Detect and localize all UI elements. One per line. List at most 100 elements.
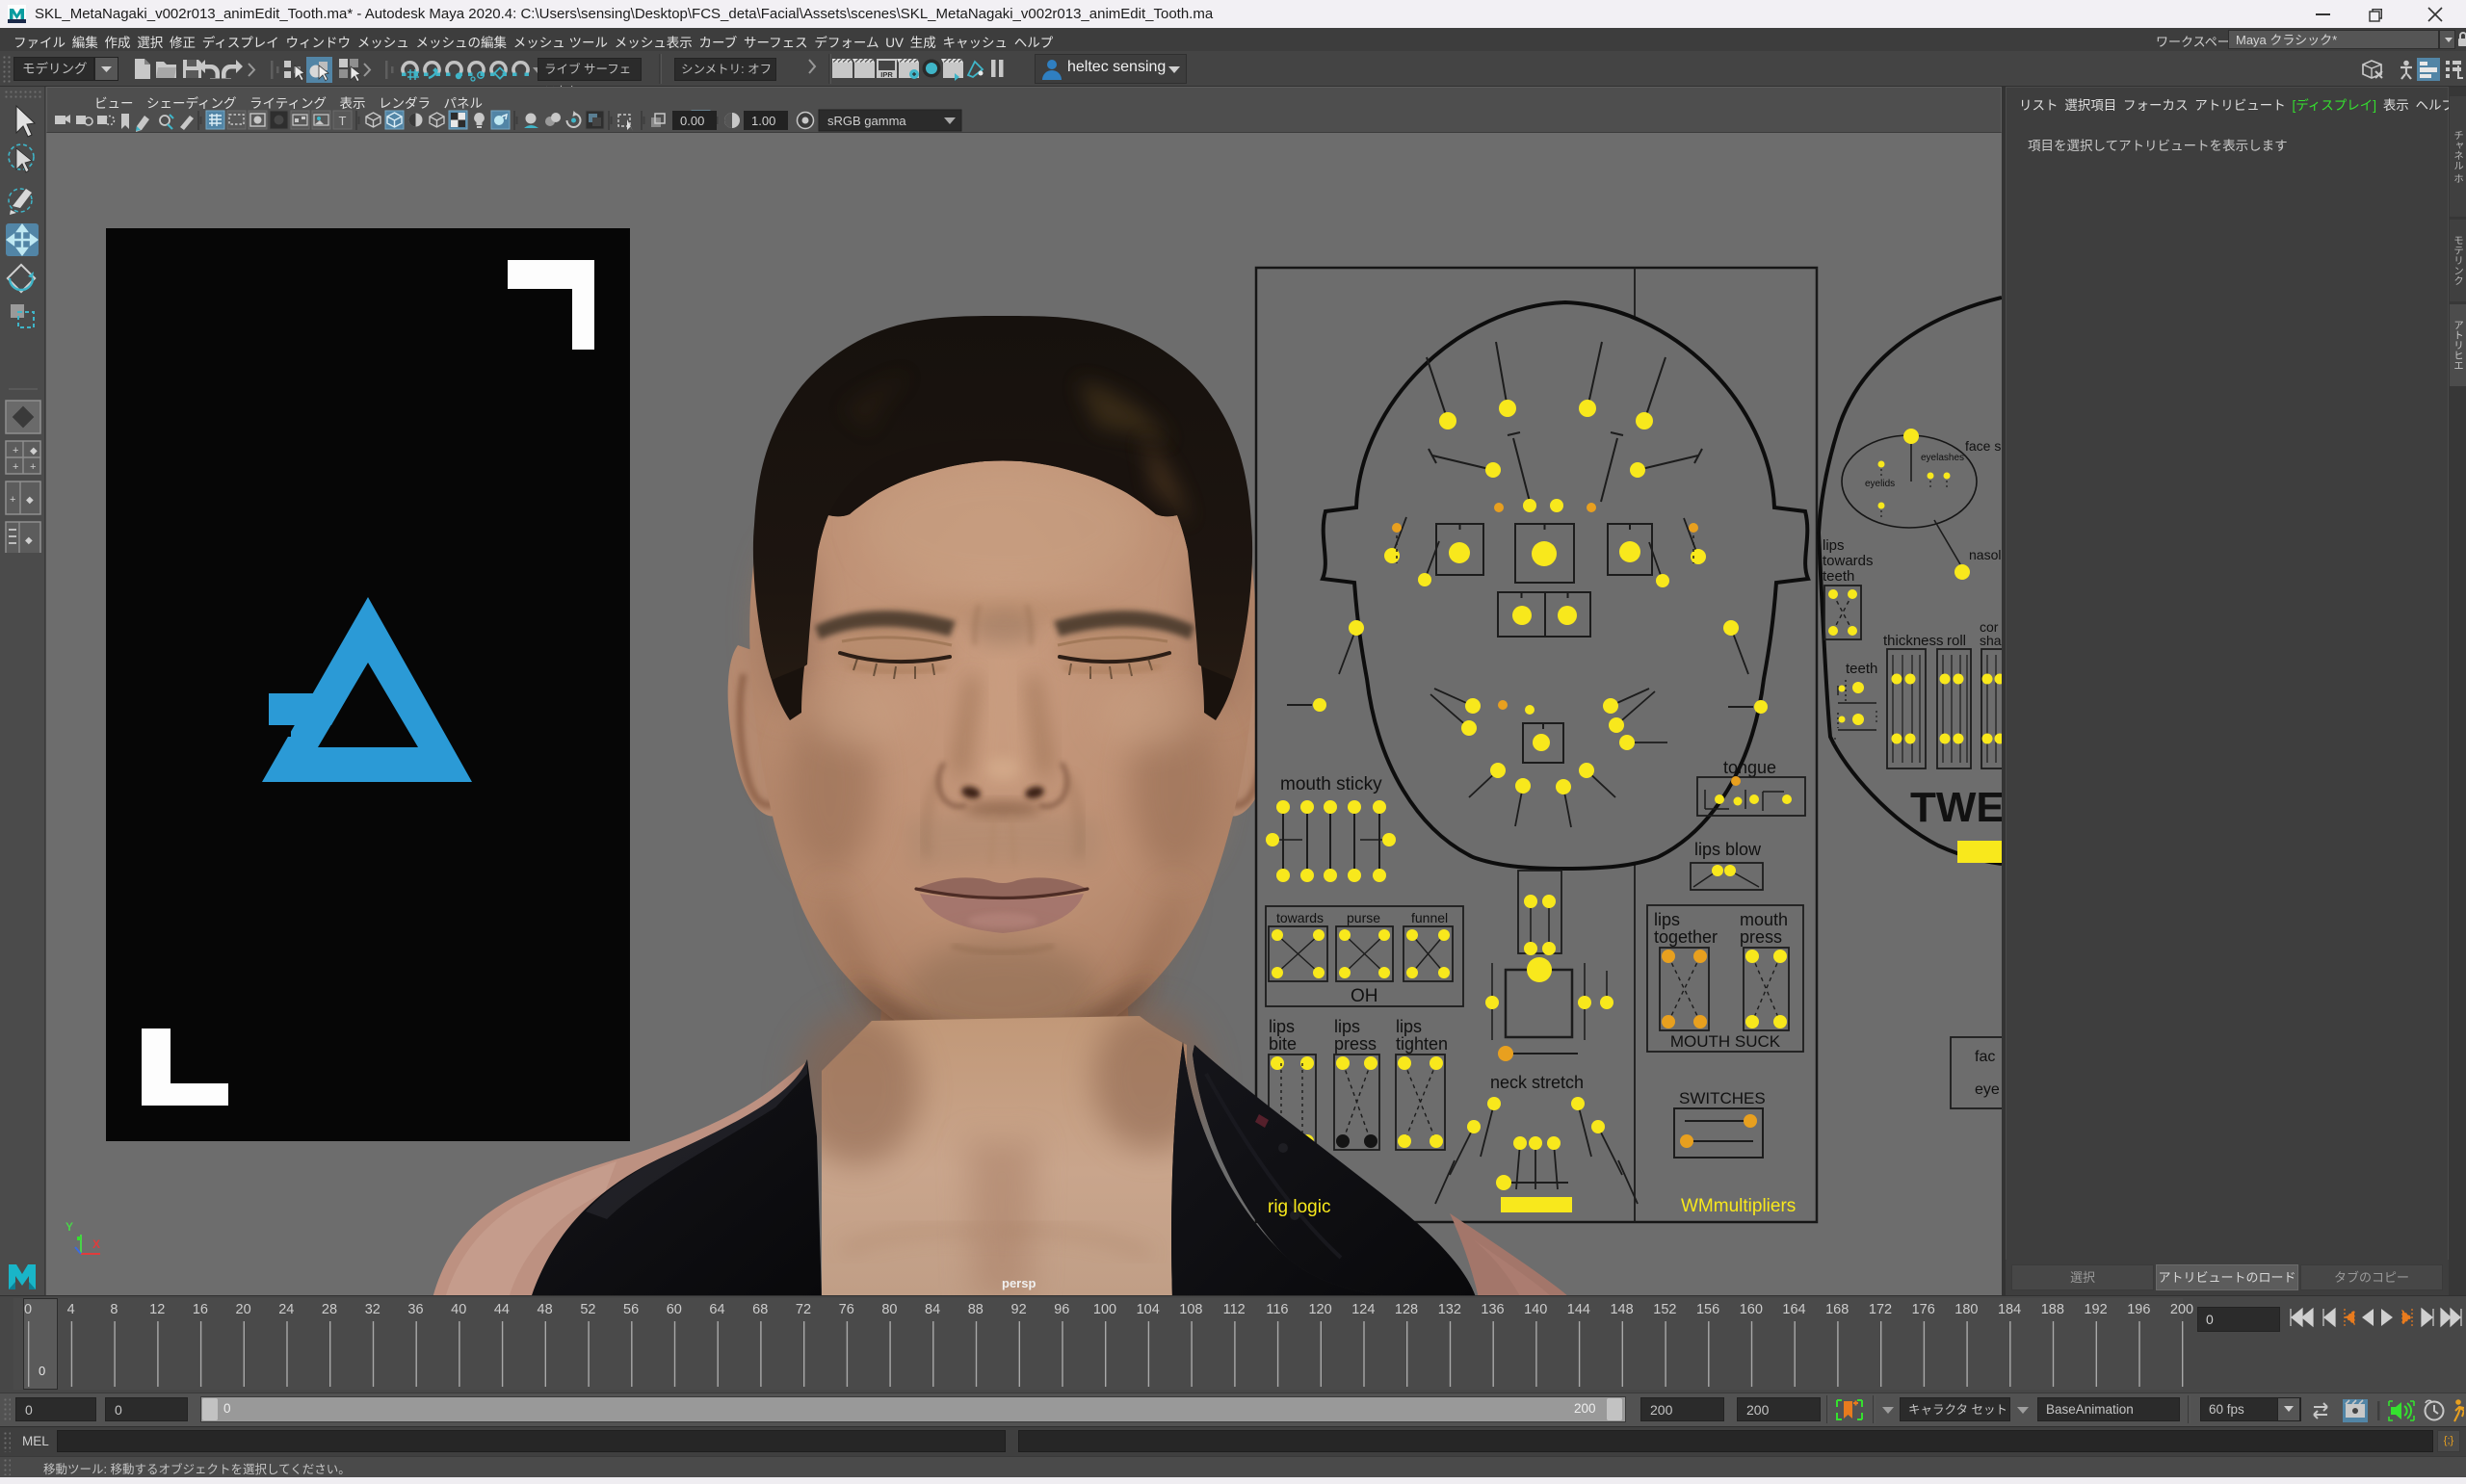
svg-text:100: 100 bbox=[1093, 1302, 1116, 1317]
svg-text:120: 120 bbox=[1308, 1302, 1331, 1317]
svg-text:neck stretch: neck stretch bbox=[1490, 1073, 1584, 1092]
svg-text:80: 80 bbox=[881, 1302, 897, 1317]
svg-text:84: 84 bbox=[925, 1302, 940, 1317]
svg-text:lips: lips bbox=[1269, 1017, 1295, 1036]
svg-text:136: 136 bbox=[1481, 1302, 1504, 1317]
svg-text:12: 12 bbox=[149, 1302, 165, 1317]
svg-text:fac: fac bbox=[1975, 1049, 1995, 1065]
svg-text:MOUTH SUCK: MOUTH SUCK bbox=[1670, 1032, 1781, 1051]
svg-text:nasol: nasol bbox=[1969, 547, 2001, 562]
svg-text:◆: ◆ bbox=[25, 535, 33, 546]
svg-text:4: 4 bbox=[67, 1302, 75, 1317]
svg-text:teeth: teeth bbox=[1846, 661, 1877, 677]
svg-text:Y: Y bbox=[66, 1220, 73, 1234]
svg-text:180: 180 bbox=[1954, 1302, 1978, 1317]
svg-text:24: 24 bbox=[278, 1302, 294, 1317]
svg-text:52: 52 bbox=[580, 1302, 595, 1317]
svg-text:16: 16 bbox=[193, 1302, 208, 1317]
svg-text:IPR: IPR bbox=[880, 70, 893, 79]
svg-text:20: 20 bbox=[236, 1302, 251, 1317]
svg-text:48: 48 bbox=[538, 1302, 553, 1317]
svg-text:164: 164 bbox=[1782, 1302, 1805, 1317]
svg-text:144: 144 bbox=[1567, 1302, 1590, 1317]
svg-text:92: 92 bbox=[1011, 1302, 1027, 1317]
svg-text:purse: purse bbox=[1347, 910, 1380, 925]
svg-text:140: 140 bbox=[1524, 1302, 1547, 1317]
svg-text:40: 40 bbox=[451, 1302, 466, 1317]
svg-text:64: 64 bbox=[709, 1302, 724, 1317]
svg-text:eyelashes: eyelashes bbox=[1921, 453, 1964, 463]
svg-text:X: X bbox=[92, 1237, 100, 1251]
svg-text:200: 200 bbox=[2170, 1302, 2193, 1317]
svg-text:196: 196 bbox=[2127, 1302, 2150, 1317]
svg-text:60: 60 bbox=[667, 1302, 682, 1317]
svg-text:lips: lips bbox=[1334, 1017, 1360, 1036]
svg-text:192: 192 bbox=[2084, 1302, 2107, 1317]
svg-text:76: 76 bbox=[839, 1302, 854, 1317]
svg-text:bite: bite bbox=[1269, 1034, 1297, 1054]
svg-text:156: 156 bbox=[1696, 1302, 1719, 1317]
svg-text:132: 132 bbox=[1438, 1302, 1461, 1317]
svg-text:SWITCHES: SWITCHES bbox=[1679, 1089, 1766, 1107]
svg-text:72: 72 bbox=[796, 1302, 811, 1317]
svg-text:lips: lips bbox=[1654, 910, 1680, 929]
svg-text:176: 176 bbox=[1912, 1302, 1935, 1317]
svg-text:+: + bbox=[13, 445, 18, 456]
svg-text:152: 152 bbox=[1653, 1302, 1676, 1317]
svg-text:lips: lips bbox=[1396, 1017, 1422, 1036]
svg-text:funnel: funnel bbox=[1411, 910, 1448, 925]
svg-text:press: press bbox=[1334, 1034, 1377, 1054]
svg-text:eyelids: eyelids bbox=[1865, 479, 1895, 489]
svg-text:◆: ◆ bbox=[30, 446, 38, 456]
svg-text:160: 160 bbox=[1740, 1302, 1763, 1317]
svg-text:thickness: thickness bbox=[1883, 633, 1944, 649]
svg-text:188: 188 bbox=[2041, 1302, 2064, 1317]
svg-text:36: 36 bbox=[407, 1302, 423, 1317]
svg-text:+: + bbox=[13, 461, 18, 473]
svg-text:32: 32 bbox=[365, 1302, 380, 1317]
svg-text:8: 8 bbox=[110, 1302, 118, 1317]
svg-text:28: 28 bbox=[322, 1302, 337, 1317]
svg-text:lips: lips bbox=[1823, 537, 1845, 554]
svg-text:104: 104 bbox=[1137, 1302, 1160, 1317]
svg-text:0: 0 bbox=[39, 1364, 45, 1378]
svg-text:1.00: 1.00 bbox=[751, 114, 775, 128]
svg-text:168: 168 bbox=[1825, 1302, 1849, 1317]
svg-text:+: + bbox=[30, 461, 36, 473]
svg-text:T: T bbox=[339, 114, 347, 128]
svg-text:roll: roll bbox=[1947, 633, 1966, 649]
svg-text:lips blow: lips blow bbox=[1694, 840, 1762, 859]
svg-text:124: 124 bbox=[1351, 1302, 1375, 1317]
svg-text:148: 148 bbox=[1610, 1302, 1633, 1317]
svg-text:teeth: teeth bbox=[1823, 568, 1854, 585]
svg-text:persp: persp bbox=[1002, 1276, 1036, 1290]
svg-text:eye: eye bbox=[1975, 1081, 2000, 1098]
svg-text:68: 68 bbox=[752, 1302, 768, 1317]
svg-text:0: 0 bbox=[24, 1302, 32, 1317]
svg-text:towards: towards bbox=[1823, 553, 1874, 569]
svg-text:mouth sticky: mouth sticky bbox=[1280, 774, 1382, 794]
svg-text:sRGB gamma: sRGB gamma bbox=[827, 114, 906, 128]
svg-text:face s: face s bbox=[1965, 438, 2001, 454]
svg-text:TWEAKERS: TWEAKERS bbox=[1910, 784, 2002, 831]
svg-text:sha: sha bbox=[1980, 633, 2002, 648]
svg-text:112: 112 bbox=[1223, 1302, 1246, 1317]
svg-text:108: 108 bbox=[1179, 1302, 1202, 1317]
svg-text:172: 172 bbox=[1869, 1302, 1892, 1317]
svg-text:tighten: tighten bbox=[1396, 1034, 1448, 1054]
svg-text:44: 44 bbox=[494, 1302, 510, 1317]
svg-text:56: 56 bbox=[623, 1302, 639, 1317]
svg-text:96: 96 bbox=[1054, 1302, 1069, 1317]
svg-text:128: 128 bbox=[1395, 1302, 1418, 1317]
svg-text:184: 184 bbox=[1998, 1302, 2021, 1317]
svg-text:mouth: mouth bbox=[1740, 910, 1788, 929]
svg-text:towards: towards bbox=[1276, 910, 1324, 925]
svg-text:88: 88 bbox=[968, 1302, 984, 1317]
svg-text:+: + bbox=[10, 494, 15, 506]
svg-text:rig logic: rig logic bbox=[1268, 1197, 1330, 1217]
svg-text:◆: ◆ bbox=[26, 495, 34, 506]
svg-text:tongue: tongue bbox=[1723, 758, 1776, 777]
svg-text:116: 116 bbox=[1266, 1302, 1288, 1317]
svg-text:0.00: 0.00 bbox=[680, 114, 704, 128]
svg-text:OH: OH bbox=[1351, 986, 1378, 1006]
